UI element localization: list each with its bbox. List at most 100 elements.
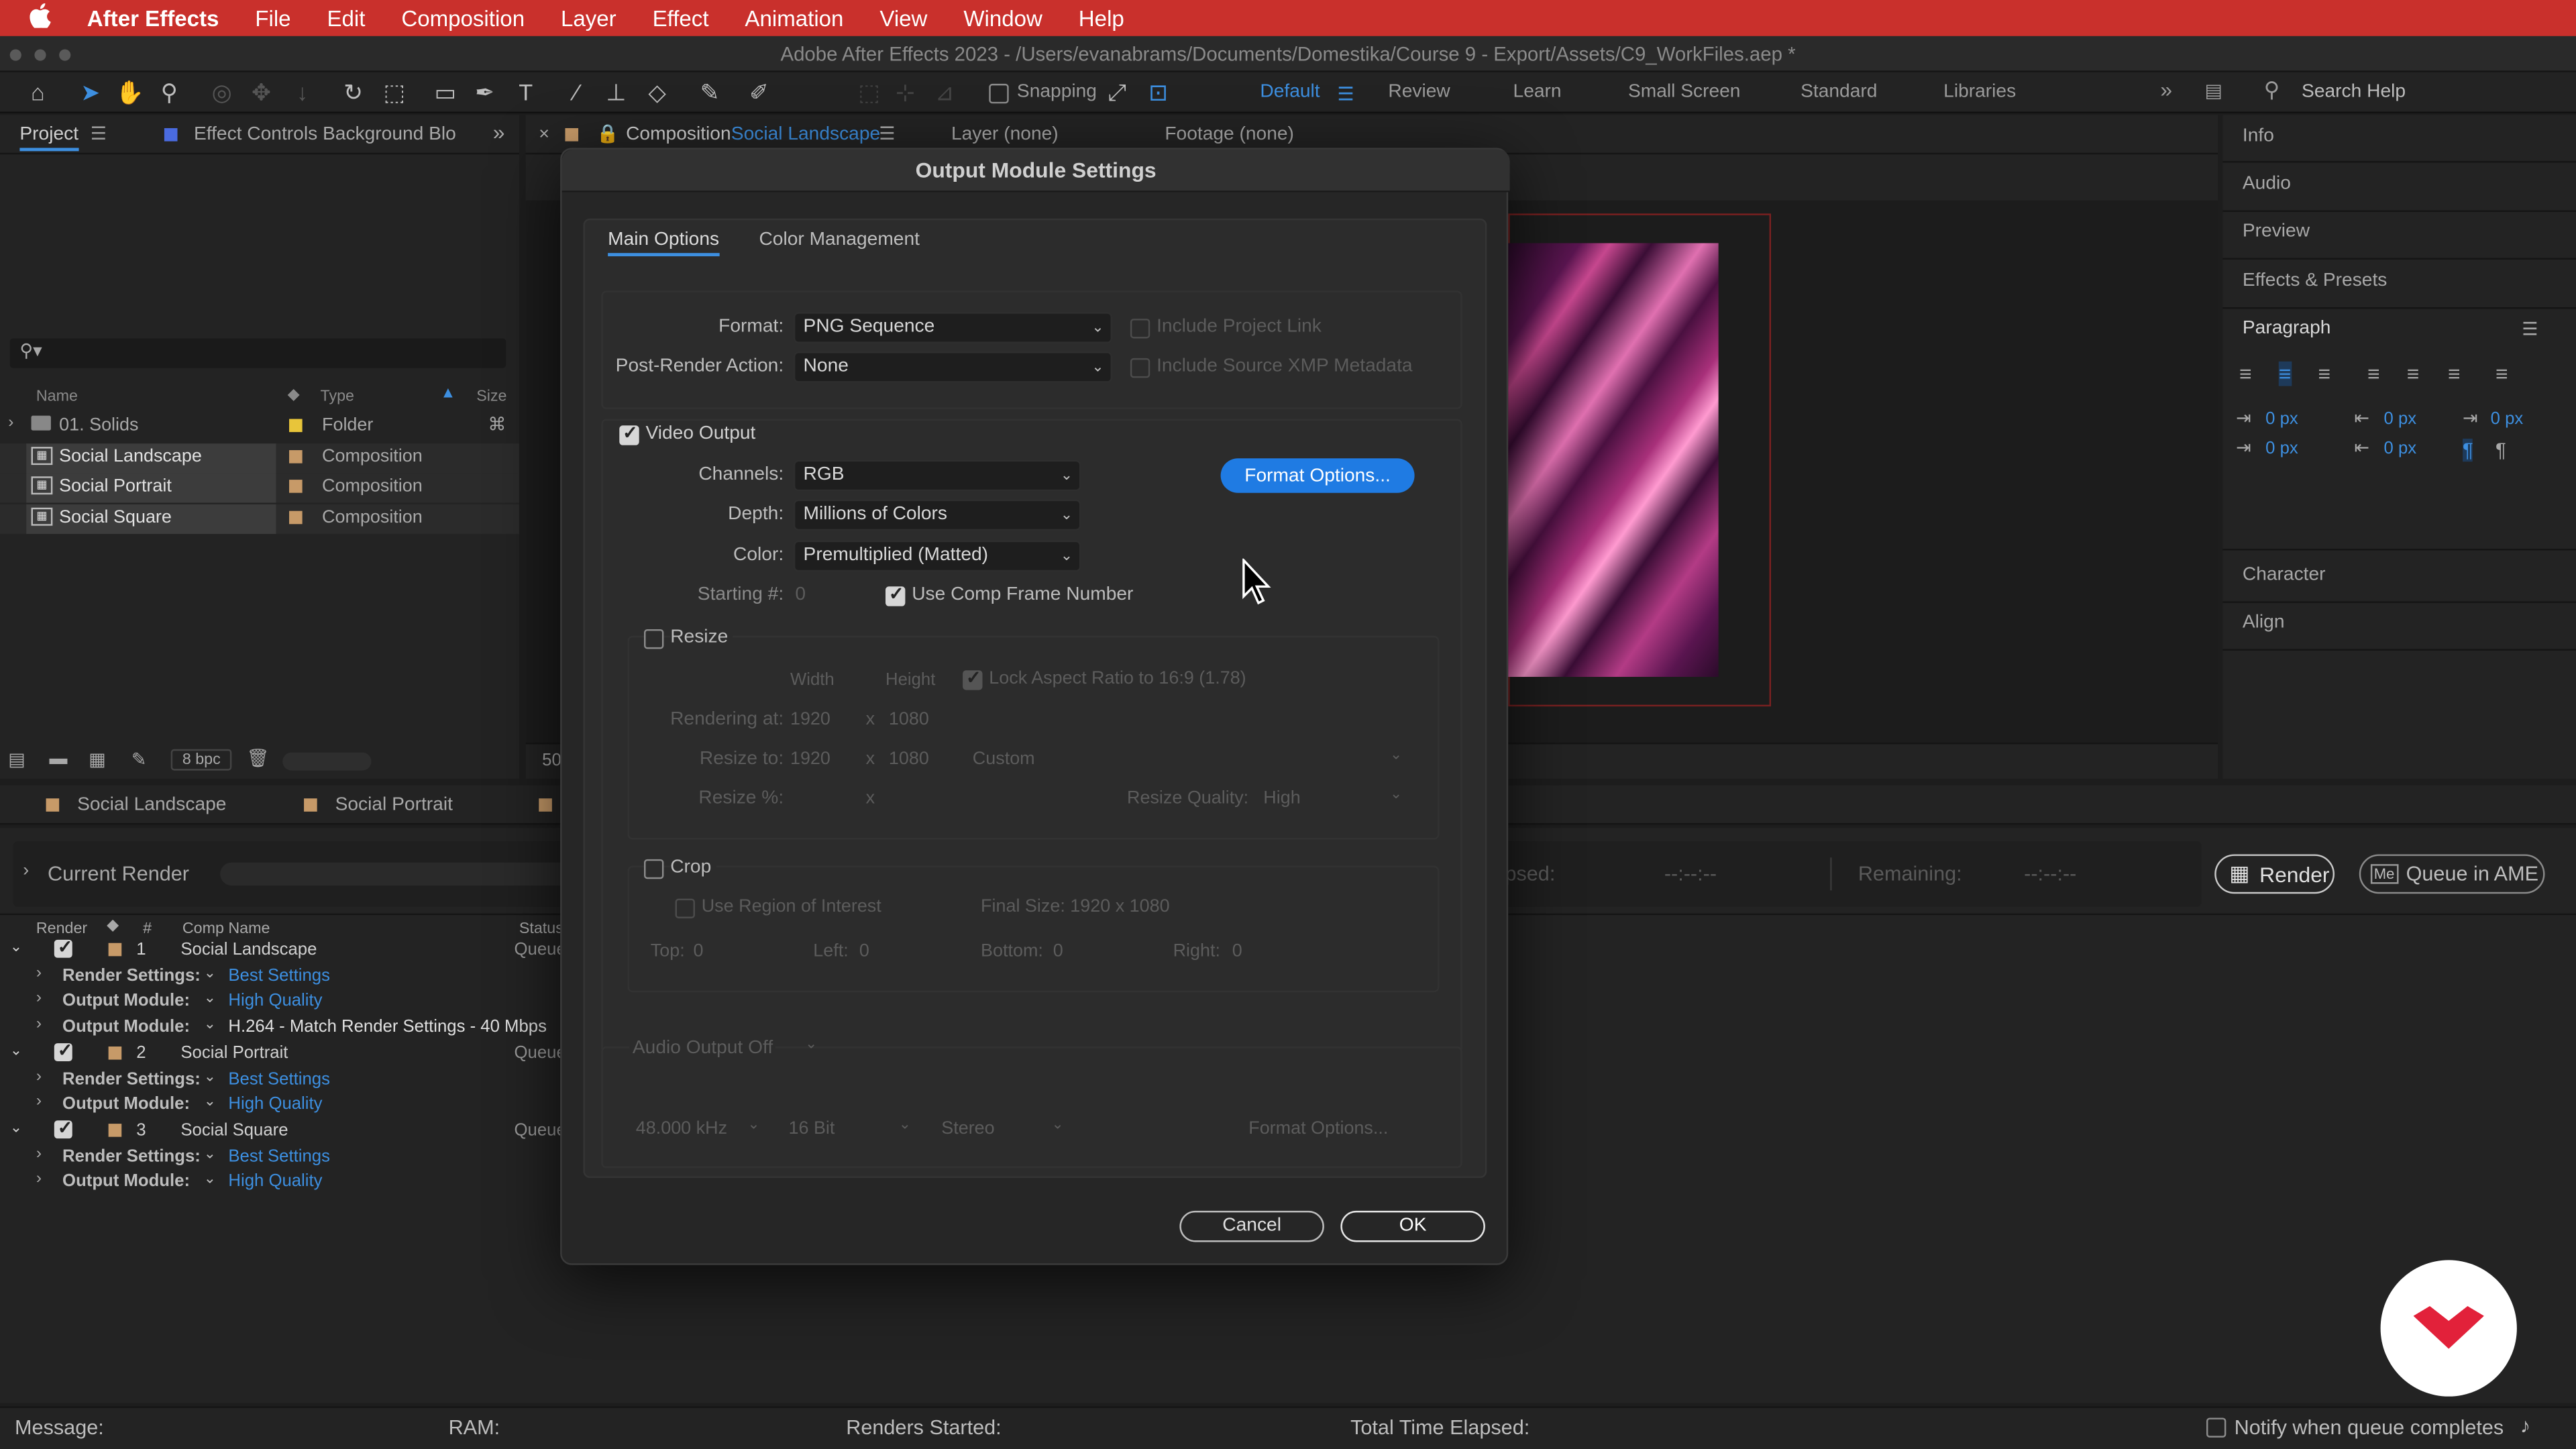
align-left-icon[interactable]: ≡ [2239, 362, 2252, 386]
info-panel-header[interactable]: Info [2243, 127, 2274, 146]
justify-all-icon[interactable]: ≡ [2496, 362, 2508, 386]
align-right-icon[interactable]: ≡ [2318, 362, 2331, 386]
chevron-down-icon[interactable]: ⌄ [204, 1144, 216, 1163]
notify-checkbox[interactable] [2206, 1417, 2226, 1438]
apple-icon[interactable] [0, 2, 69, 34]
menu-help[interactable]: Help [1061, 6, 1142, 31]
effects-presets-panel-header[interactable]: Effects & Presets [2243, 271, 2387, 290]
workspace-learn[interactable]: Learn [1513, 82, 1562, 101]
menu-composition[interactable]: Composition [383, 6, 543, 31]
hand-tool-icon[interactable]: ✋ [115, 77, 144, 107]
rotate-tool-icon[interactable]: ↻ [338, 77, 368, 107]
tab-footage[interactable]: Footage (none) [1165, 125, 1294, 144]
close-window-icon[interactable] [9, 49, 21, 61]
sub-row-value[interactable]: Best Settings [228, 1146, 330, 1165]
expand-arrow-icon[interactable]: › [36, 1170, 42, 1188]
ltr-direction-icon[interactable]: ¶ [2463, 438, 2473, 462]
menu-file[interactable]: File [237, 6, 309, 31]
workspace-default[interactable]: Default [1260, 82, 1320, 101]
use-comp-frame-checkbox[interactable] [885, 583, 906, 606]
clone-stamp-icon[interactable]: ⊥ [601, 77, 631, 107]
pen-tool-icon[interactable]: ✒ [470, 77, 499, 107]
menu-effect[interactable]: Effect [635, 6, 727, 31]
chevron-down-icon[interactable]: ⌄ [10, 938, 22, 956]
menu-view[interactable]: View [861, 6, 945, 31]
new-comp-icon[interactable]: ▦ [89, 749, 105, 770]
puppet-tool-icon[interactable]: ✐ [744, 77, 773, 107]
chevron-down-icon[interactable]: ⌄ [204, 964, 216, 982]
lock-icon[interactable]: 🔒 [596, 123, 619, 144]
viewer-tab-label[interactable]: Composition [626, 125, 731, 144]
channels-dropdown[interactable]: RGB ⌄ [793, 460, 1081, 492]
tab-layer[interactable]: Layer (none) [951, 125, 1059, 144]
comp-item-portrait[interactable]: ▦ Social Portrait [26, 473, 276, 503]
video-output-checkbox[interactable] [619, 422, 639, 445]
zoom-level[interactable]: 50 [542, 751, 561, 770]
col-render[interactable]: Render [36, 920, 87, 938]
sub-row-value[interactable]: H.264 - Match Render Settings - 40 Mbps [228, 1017, 547, 1036]
close-tab-icon[interactable]: × [539, 125, 549, 144]
expand-arrow-icon[interactable]: › [36, 964, 42, 982]
type-tool-icon[interactable]: T [511, 77, 541, 107]
render-checkbox[interactable] [54, 936, 72, 958]
tab-main-options[interactable]: Main Options [608, 230, 720, 257]
roto-brush-icon[interactable]: ✎ [695, 77, 724, 107]
ok-button[interactable]: OK [1340, 1210, 1485, 1242]
zoom-window-icon[interactable] [59, 49, 71, 61]
home-icon[interactable]: ⌂ [23, 77, 52, 107]
project-search-input[interactable]: ⚲▾ [9, 338, 506, 368]
timeline-tab-social-portrait[interactable]: Social Portrait [335, 795, 453, 814]
comp-item-landscape[interactable]: ▦ Social Landscape [26, 443, 276, 474]
justify-center-icon[interactable]: ≡ [2407, 362, 2420, 386]
snapping-checkbox[interactable] [989, 83, 1009, 104]
menu-after-effects[interactable]: After Effects [69, 6, 237, 31]
label-col-icon[interactable]: ◆ [288, 386, 300, 405]
new-folder-icon[interactable]: ▬ [49, 749, 67, 769]
workspace-layout-icon[interactable]: ▤ [2205, 79, 2223, 101]
chevron-down-icon[interactable]: ⌄ [204, 1016, 216, 1034]
rectangle-tool-icon[interactable]: ▭ [431, 77, 460, 107]
flowchart-icon[interactable]: ⌘ [488, 414, 506, 435]
thumbnail-slider[interactable] [282, 752, 372, 771]
chevron-down-icon[interactable]: ⌄ [204, 989, 216, 1008]
project-row-solids[interactable]: › 01. Solids Folder ⌘ [0, 413, 519, 442]
timeline-tab-social-landscape[interactable]: Social Landscape [77, 795, 226, 814]
character-panel-header[interactable]: Character [2243, 565, 2326, 584]
sub-row-value[interactable]: Best Settings [228, 965, 330, 985]
workspace-review[interactable]: Review [1388, 82, 1450, 101]
chevron-down-icon[interactable]: ⌄ [204, 1170, 216, 1188]
paragraph-menu-icon[interactable]: ☰ [2522, 319, 2538, 340]
workspace-libraries[interactable]: Libraries [1943, 82, 2016, 101]
anchor-tool-icon[interactable]: ⬚ [380, 77, 409, 107]
align-center-icon[interactable]: ≡ [2278, 361, 2292, 386]
col-size[interactable]: Size [476, 388, 506, 406]
zoom-tool-icon[interactable]: ⚲ [154, 77, 184, 107]
tab-project[interactable]: Project [19, 125, 79, 152]
project-settings-icon[interactable]: ✎ [131, 749, 147, 770]
workspace-menu-icon[interactable]: ☰ [1337, 82, 1354, 105]
brush-tool-icon[interactable]: ⁄ [562, 77, 592, 107]
col-type[interactable]: Type [321, 388, 354, 406]
render-checkbox[interactable] [54, 1117, 72, 1138]
paragraph-panel-header[interactable]: Paragraph [2243, 319, 2331, 338]
snap-options-icon[interactable]: ⤢ [1102, 77, 1132, 107]
col-comp-name[interactable]: Comp Name [182, 920, 270, 938]
bpc-button[interactable]: 8 bpc [170, 749, 232, 771]
col-num[interactable]: # [143, 920, 152, 938]
post-render-dropdown[interactable]: None ⌄ [793, 352, 1112, 383]
expand-arrow-icon[interactable]: › [36, 989, 42, 1008]
justify-left-icon[interactable]: ≡ [2367, 362, 2380, 386]
chevron-down-icon[interactable]: ⌄ [204, 1067, 216, 1085]
tab-effect-controls[interactable]: Effect Controls Background Block [194, 125, 457, 144]
label-col-icon[interactable]: ◆ [107, 917, 119, 935]
minimize-window-icon[interactable] [34, 49, 46, 61]
menu-animation[interactable]: Animation [727, 6, 861, 31]
snap-target-icon[interactable]: ⊡ [1144, 77, 1173, 107]
selection-tool-icon[interactable]: ➤ [76, 77, 105, 107]
workspace-standard[interactable]: Standard [1801, 82, 1877, 101]
more-workspaces-icon[interactable]: » [2160, 77, 2172, 102]
chevron-down-icon[interactable]: ⌄ [10, 1041, 22, 1059]
panel-overflow-icon[interactable]: » [493, 120, 505, 145]
menu-edit[interactable]: Edit [309, 6, 384, 31]
workspace-small-screen[interactable]: Small Screen [1628, 82, 1740, 101]
